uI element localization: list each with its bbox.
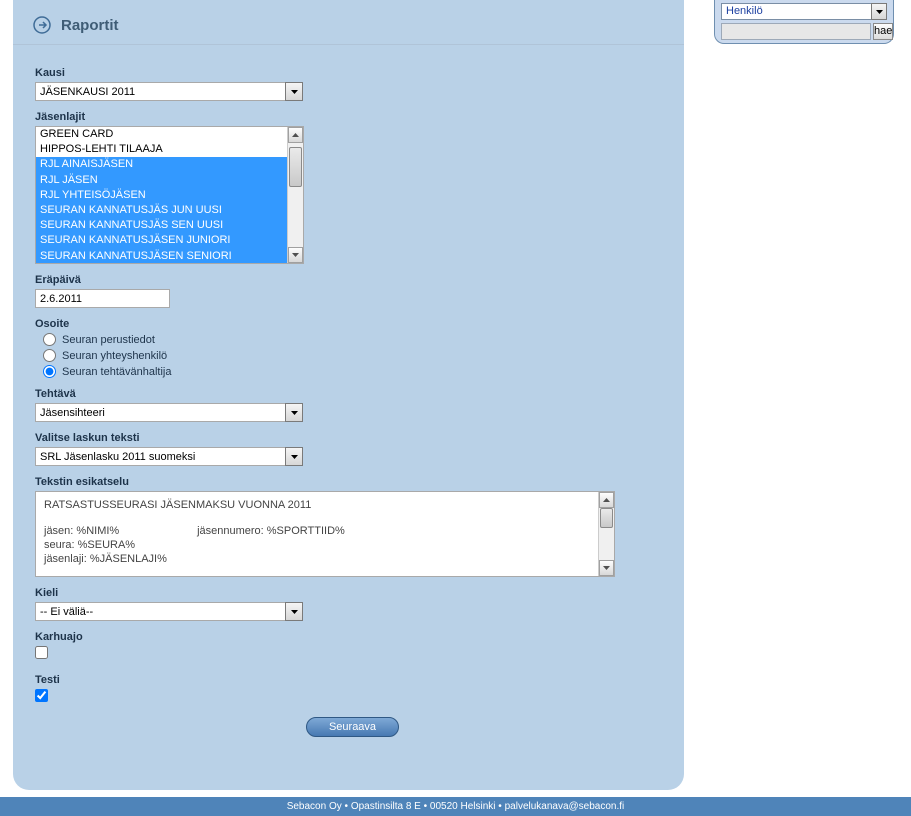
esikatselu-textarea[interactable]: RATSASTUSSEURASI JÄSENMAKSU VUONNA 2011 … xyxy=(35,491,615,577)
chevron-down-icon xyxy=(292,253,299,257)
radio-input[interactable] xyxy=(43,333,56,346)
erapaiva-input[interactable] xyxy=(35,289,170,308)
radio-input[interactable] xyxy=(43,349,56,362)
list-item[interactable]: SEURAN KANNATUSJÄS JUN UUSI xyxy=(36,203,288,218)
list-item[interactable]: SEURAN KANNATUSJÄSEN SENIORI xyxy=(36,249,288,264)
chevron-down-icon xyxy=(291,411,298,415)
preview-scrollbar[interactable] xyxy=(598,492,614,576)
footer-postal: 00520 Helsinki xyxy=(430,801,496,812)
form-area: Kausi JÄSENKAUSI 2011 Jäsenlajit GREEN C… xyxy=(13,45,684,751)
next-button[interactable]: Seuraava xyxy=(306,717,399,737)
list-item[interactable]: RJL YHTEISÖJÄSEN xyxy=(36,188,288,203)
laskuteksti-dropdown-button[interactable] xyxy=(285,447,303,466)
radio-label: Seuran yhteyshenkilö xyxy=(62,350,167,362)
chevron-down-icon xyxy=(291,610,298,614)
testi-label: Testi xyxy=(35,674,670,686)
karhuajo-checkbox[interactable] xyxy=(35,646,48,659)
chevron-up-icon xyxy=(603,498,610,502)
radio-label: Seuran tehtävänhaltija xyxy=(62,366,171,378)
footer-email[interactable]: palvelukanava@sebacon.fi xyxy=(505,801,625,812)
search-type-dropdown-button[interactable] xyxy=(871,3,887,20)
scroll-up-button[interactable] xyxy=(599,492,614,508)
chevron-down-icon xyxy=(876,10,883,14)
kieli-select[interactable]: -- Ei väliä-- xyxy=(35,602,285,621)
laskuteksti-label: Valitse laskun teksti xyxy=(35,432,670,444)
kausi-select[interactable]: JÄSENKAUSI 2011 xyxy=(35,82,285,101)
kieli-dropdown-button[interactable] xyxy=(285,602,303,621)
search-type-select[interactable]: Henkilö xyxy=(721,3,871,20)
list-item[interactable]: RJL JÄSEN xyxy=(36,173,288,188)
testi-checkbox[interactable] xyxy=(35,689,48,702)
osoite-option-yhteyshenkilo[interactable]: Seuran yhteyshenkilö xyxy=(43,349,670,362)
scroll-down-button[interactable] xyxy=(288,247,303,263)
listbox-scrollbar[interactable] xyxy=(287,127,303,263)
tehtava-dropdown-button[interactable] xyxy=(285,403,303,422)
tehtava-label: Tehtävä xyxy=(35,388,670,400)
esikatselu-label: Tekstin esikatselu xyxy=(35,476,670,488)
search-input[interactable] xyxy=(721,23,871,40)
footer-sep: • xyxy=(421,801,430,812)
search-button[interactable]: hae xyxy=(873,23,893,40)
footer-sep: • xyxy=(342,801,351,812)
scroll-down-button[interactable] xyxy=(599,560,614,576)
erapaiva-label: Eräpäivä xyxy=(35,274,670,286)
jasenlajit-label: Jäsenlajit xyxy=(35,111,670,123)
scroll-thumb[interactable] xyxy=(289,147,302,187)
list-item[interactable]: GREEN CARD xyxy=(36,127,288,142)
chevron-down-icon xyxy=(291,455,298,459)
preview-line: jäsen: %NIMI% jäsennumero: %SPORTTIID% xyxy=(44,524,590,538)
kausi-label: Kausi xyxy=(35,67,670,79)
scroll-up-button[interactable] xyxy=(288,127,303,143)
footer-company: Sebacon Oy xyxy=(287,801,342,812)
osoite-label: Osoite xyxy=(35,318,670,330)
footer-address: Opastinsilta 8 E xyxy=(351,801,421,812)
list-item[interactable]: RJL AINAISJÄSEN xyxy=(36,157,288,172)
osoite-radio-group: Seuran perustiedot Seuran yhteyshenkilö … xyxy=(35,333,670,378)
reports-panel: Raportit Kausi JÄSENKAUSI 2011 Jäsenlaji… xyxy=(13,0,684,790)
chevron-up-icon xyxy=(292,133,299,137)
preview-line: seura: %SEURA% xyxy=(44,538,590,552)
search-widget: Henkilö hae xyxy=(714,0,894,44)
chevron-down-icon xyxy=(603,566,610,570)
preview-part: jäsennumero: %SPORTTIID% xyxy=(197,525,345,537)
radio-input[interactable] xyxy=(43,365,56,378)
jasenlajit-listbox[interactable]: GREEN CARD HIPPOS-LEHTI TILAAJA RJL AINA… xyxy=(35,126,304,264)
action-row: Seuraava xyxy=(35,717,670,737)
panel-title: Raportit xyxy=(61,17,119,34)
preview-line: jäsenlaji: %JÄSENLAJI% xyxy=(44,552,590,566)
scroll-thumb[interactable] xyxy=(600,508,613,528)
chevron-down-icon xyxy=(291,90,298,94)
list-item[interactable]: SEURAN KANNATUSJÄSEN JUNIORI xyxy=(36,233,288,248)
scroll-track[interactable] xyxy=(599,508,614,560)
footer-sep: • xyxy=(496,801,505,812)
karhuajo-label: Karhuajo xyxy=(35,631,670,643)
osoite-option-tehtavanhaltija[interactable]: Seuran tehtävänhaltija xyxy=(43,365,670,378)
preview-part: jäsen: %NIMI% xyxy=(44,524,194,538)
list-item[interactable]: SEURAN KANNATUSJÄS SEN UUSI xyxy=(36,218,288,233)
scroll-track[interactable] xyxy=(288,143,303,247)
laskuteksti-select[interactable]: SRL Jäsenlasku 2011 suomeksi xyxy=(35,447,285,466)
panel-header: Raportit xyxy=(13,0,684,45)
kausi-dropdown-button[interactable] xyxy=(285,82,303,101)
preview-blank xyxy=(44,512,590,524)
reports-icon xyxy=(33,16,51,34)
kieli-label: Kieli xyxy=(35,587,670,599)
osoite-option-perustiedot[interactable]: Seuran perustiedot xyxy=(43,333,670,346)
tehtava-select[interactable]: Jäsensihteeri xyxy=(35,403,285,422)
footer-bar: Sebacon Oy • Opastinsilta 8 E • 00520 He… xyxy=(0,797,911,816)
radio-label: Seuran perustiedot xyxy=(62,334,155,346)
preview-line: RATSASTUSSEURASI JÄSENMAKSU VUONNA 2011 xyxy=(44,498,590,512)
list-item[interactable]: HIPPOS-LEHTI TILAAJA xyxy=(36,142,288,157)
